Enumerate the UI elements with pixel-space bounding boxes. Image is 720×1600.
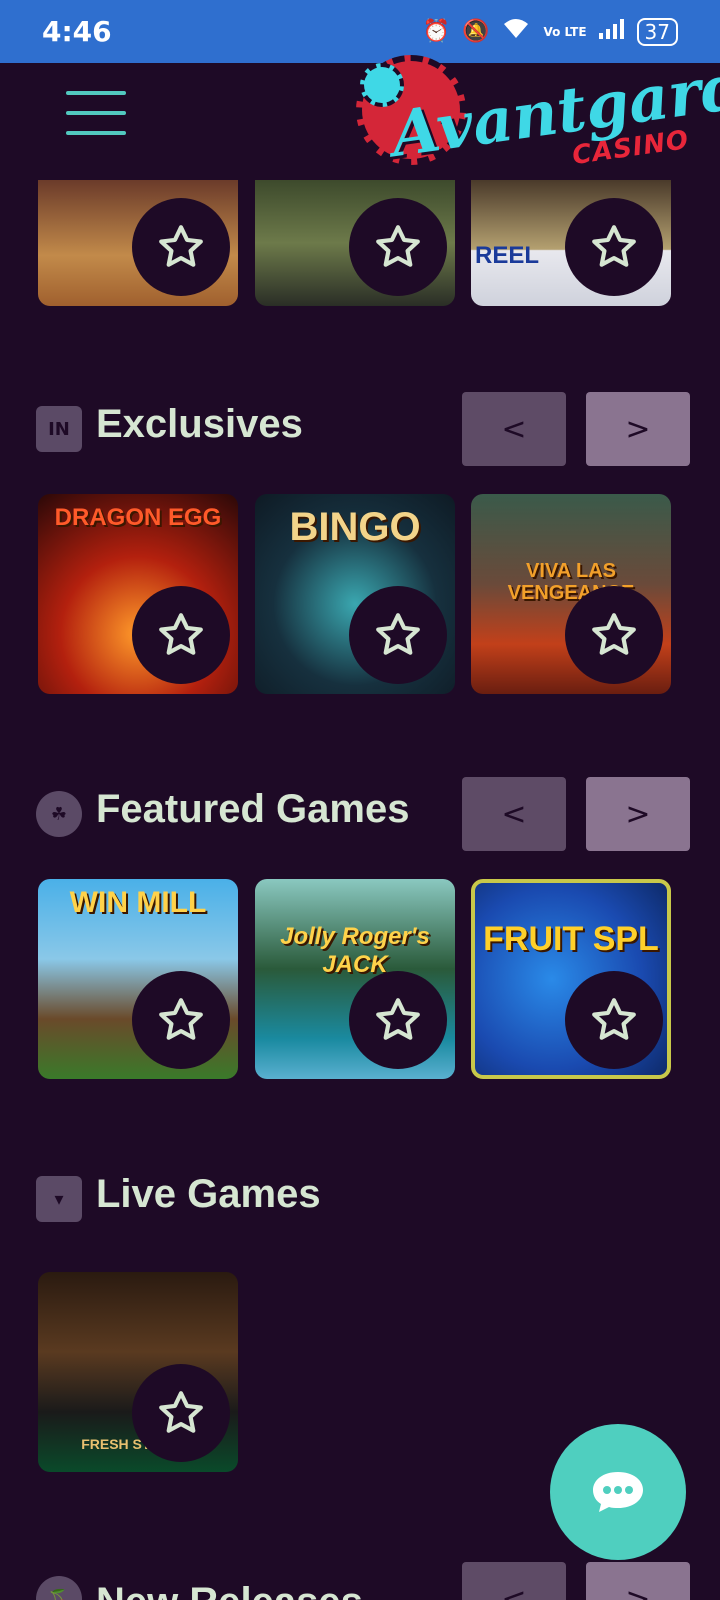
game-title: FRUIT SPL [483, 920, 659, 958]
section-title: Featured Games [96, 787, 410, 831]
status-bar: 4:46 ⏰ 🔕 Vo LTE 37 [0, 0, 720, 63]
new-releases-prev-button[interactable]: < [462, 1562, 566, 1600]
battery-indicator: 37 [636, 17, 678, 46]
signal-icon [598, 18, 625, 45]
favorite-button[interactable] [565, 971, 663, 1069]
section-title: New Releases [96, 1580, 363, 1600]
chat-bubble-icon [593, 1472, 643, 1512]
favorite-button[interactable] [132, 586, 230, 684]
chat-button[interactable] [550, 1424, 686, 1560]
menu-line [66, 91, 126, 95]
game-tile[interactable]: WIN MILL [38, 879, 238, 1079]
new-releases-header: 🍒 New Releases < > [30, 1562, 690, 1600]
menu-line [66, 111, 126, 115]
exclusives-prev-button[interactable]: < [462, 392, 566, 466]
exclusives-next-button[interactable]: > [586, 392, 690, 466]
clock: 4:46 [42, 15, 112, 48]
star-icon [592, 998, 636, 1040]
game-tile[interactable]: BINGO [255, 494, 455, 694]
casino-logo[interactable]: Avantgarde CASINO [356, 44, 720, 183]
favorite-button[interactable] [132, 971, 230, 1069]
game-title: Jolly Roger's JACK [280, 923, 430, 978]
game-title: DRAGON EGG [54, 504, 222, 531]
game-tile[interactable]: FRESH STUDIOS [38, 1272, 238, 1472]
favorite-button[interactable] [565, 198, 663, 296]
exclusives-header: IN Exclusives < > [30, 392, 690, 468]
status-icons: ⏰ 🔕 Vo LTE 37 [422, 17, 678, 46]
game-tile[interactable]: DRAGON EGG [38, 494, 238, 694]
featured-games-header: ☘ Featured Games < > [30, 777, 690, 853]
game-tile[interactable] [255, 180, 455, 306]
section-title: Exclusives [96, 402, 303, 446]
exclusive-icon: IN [36, 406, 82, 452]
dealer-icon: ▾ [36, 1176, 82, 1222]
app-header: Avantgarde CASINO [0, 44, 720, 183]
favorite-button[interactable] [349, 586, 447, 684]
star-icon [159, 998, 203, 1040]
volte-indicator: Vo LTE [543, 24, 587, 39]
wifi-icon [501, 18, 531, 46]
hamburger-menu-button[interactable] [66, 91, 126, 141]
featured-next-button[interactable]: > [586, 777, 690, 851]
cherry-icon: 🍒 [36, 1576, 82, 1600]
star-icon [592, 613, 636, 655]
menu-line [66, 131, 126, 135]
game-tile[interactable]: VIVA LAS VENGEANCE [471, 494, 671, 694]
star-icon [592, 225, 636, 267]
game-tile[interactable]: REEL [471, 180, 671, 306]
game-tile[interactable] [38, 180, 238, 306]
favorite-button[interactable] [132, 198, 230, 296]
featured-prev-button[interactable]: < [462, 777, 566, 851]
favorite-button[interactable] [565, 586, 663, 684]
star-icon [159, 613, 203, 655]
star-icon [376, 225, 420, 267]
clover-icon: ☘ [36, 791, 82, 837]
game-tile[interactable]: FRUIT SPL [471, 879, 671, 1079]
alarm-icon: ⏰ [422, 19, 451, 44]
star-icon [376, 613, 420, 655]
new-releases-next-button[interactable]: > [586, 1562, 690, 1600]
favorite-button[interactable] [349, 971, 447, 1069]
star-icon [159, 1391, 203, 1433]
live-games-header: ▾ Live Games [30, 1162, 690, 1238]
game-title: WIN MILL [69, 886, 207, 919]
game-tile[interactable]: Jolly Roger's JACK [255, 879, 455, 1079]
favorite-button[interactable] [349, 198, 447, 296]
section-title: Live Games [96, 1172, 321, 1216]
game-title: BINGO [289, 505, 421, 549]
star-icon [159, 225, 203, 267]
favorite-button[interactable] [132, 1364, 230, 1462]
star-icon [376, 998, 420, 1040]
mute-icon: 🔕 [462, 19, 490, 44]
